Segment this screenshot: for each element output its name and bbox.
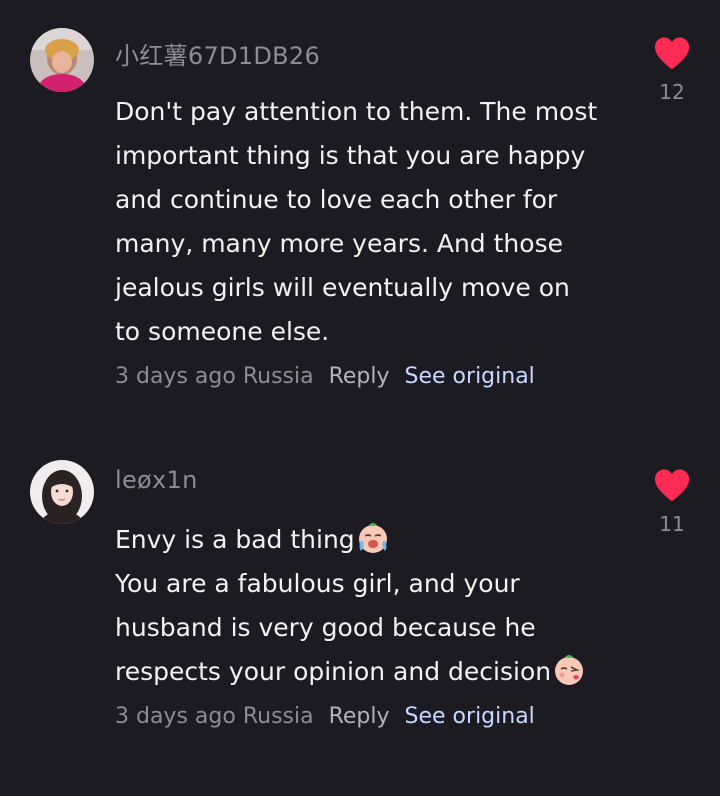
reply-button[interactable]: Reply	[329, 364, 390, 389]
like-button[interactable]: 11	[648, 468, 696, 536]
crying-face-sticker-icon	[358, 523, 387, 553]
comment-line: You are a fabulous girl, and your	[115, 569, 520, 598]
reply-button[interactable]: Reply	[329, 704, 390, 729]
see-original-link[interactable]: See original	[405, 704, 535, 729]
avatar[interactable]	[30, 460, 94, 524]
comment-line-text: respects your opinion and decision	[115, 657, 552, 686]
username[interactable]: 小红薯67D1DB26	[115, 36, 320, 71]
comment-meta: 3 days ago Russia Reply See original	[115, 704, 535, 729]
comment-text: Don't pay attention to them. The most im…	[115, 90, 635, 354]
comment-line: many, many more years. And those	[115, 229, 563, 258]
comment-line: jealous girls will eventually move on	[115, 273, 570, 302]
see-original-link[interactable]: See original	[405, 364, 535, 389]
blowing-kiss-face-sticker-icon	[555, 655, 584, 685]
comment-line: husband is very good because he	[115, 613, 536, 642]
timestamp: 3 days ago	[115, 364, 236, 389]
comment-meta: 3 days ago Russia Reply See original	[115, 364, 535, 389]
timestamp: 3 days ago	[115, 704, 236, 729]
location: Russia	[242, 364, 314, 389]
comment-line: and continue to love each other for	[115, 185, 558, 214]
comment-line-text: Envy is a bad thing	[115, 525, 355, 554]
location: Russia	[242, 704, 314, 729]
avatar[interactable]	[30, 28, 94, 92]
comment-text: Envy is a bad thing You are a fabulous g…	[115, 518, 635, 694]
comment-line: Envy is a bad thing	[115, 518, 635, 562]
heart-icon	[655, 37, 689, 70]
comment-line: to someone else.	[115, 317, 330, 346]
like-count: 11	[659, 512, 685, 536]
username[interactable]: leøx1n	[115, 466, 198, 494]
comment-line: important thing is that you are happy	[115, 141, 586, 170]
comment-line: respects your opinion and decision	[115, 650, 635, 694]
like-count: 12	[659, 80, 685, 104]
comment-line: Don't pay attention to them. The most	[115, 97, 598, 126]
like-button[interactable]: 12	[648, 36, 696, 104]
heart-icon	[655, 469, 689, 502]
